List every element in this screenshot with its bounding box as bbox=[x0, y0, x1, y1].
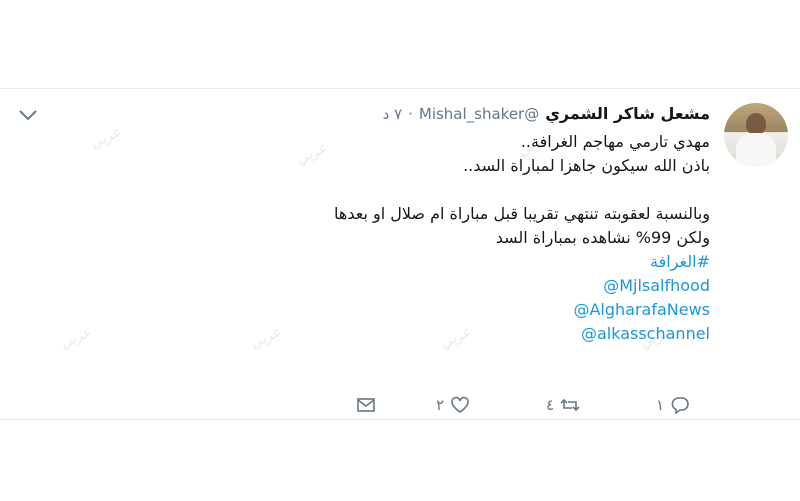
reply-action[interactable]: ١ bbox=[656, 396, 690, 414]
hashtag-link[interactable]: #الغرافة bbox=[150, 250, 710, 274]
envelope-icon bbox=[357, 398, 375, 412]
reply-count: ١ bbox=[656, 396, 665, 414]
display-name[interactable]: مشعل شاكر الشمري bbox=[545, 104, 710, 123]
timestamp[interactable]: ٧ د bbox=[383, 105, 403, 123]
message-action[interactable] bbox=[356, 396, 376, 414]
avatar[interactable] bbox=[724, 103, 788, 167]
retweet-count: ٤ bbox=[546, 396, 555, 414]
mention-link[interactable]: @AlgharafaNews bbox=[150, 298, 710, 322]
heart-icon bbox=[451, 396, 469, 413]
tweet-line: ولكن 99% نشاهده بمباراة السد bbox=[495, 228, 710, 247]
user-handle[interactable]: @Mishal_shaker bbox=[419, 105, 539, 123]
mention-link[interactable]: @Mjlsalfhood bbox=[150, 274, 710, 298]
tweet-line: وبالنسبة لعقوبته تنتهي تقريبا قبل مباراة… bbox=[334, 204, 710, 223]
tweet-line: باذن الله سيكون جاهزا لمباراة السد.. bbox=[463, 156, 710, 175]
chevron-down-icon[interactable] bbox=[18, 108, 38, 122]
separator-dot: · bbox=[408, 105, 413, 123]
tweet-text: مهدي تارمي مهاجم الغرافة.. باذن الله سيك… bbox=[150, 130, 710, 346]
like-count: ٢ bbox=[436, 396, 445, 414]
mention-link[interactable]: @alkasschannel bbox=[150, 322, 710, 346]
reply-icon bbox=[671, 397, 689, 414]
tweet-line: مهدي تارمي مهاجم الغرافة.. bbox=[520, 132, 710, 151]
retweet-action[interactable]: ٤ bbox=[546, 396, 580, 414]
tweet-header: مشعل شاكر الشمري @Mishal_shaker · ٧ د bbox=[383, 104, 710, 123]
like-action[interactable]: ٢ bbox=[436, 396, 470, 414]
retweet-icon bbox=[560, 398, 580, 412]
tweet-actions: ١ ٤ ٢ bbox=[0, 396, 800, 418]
